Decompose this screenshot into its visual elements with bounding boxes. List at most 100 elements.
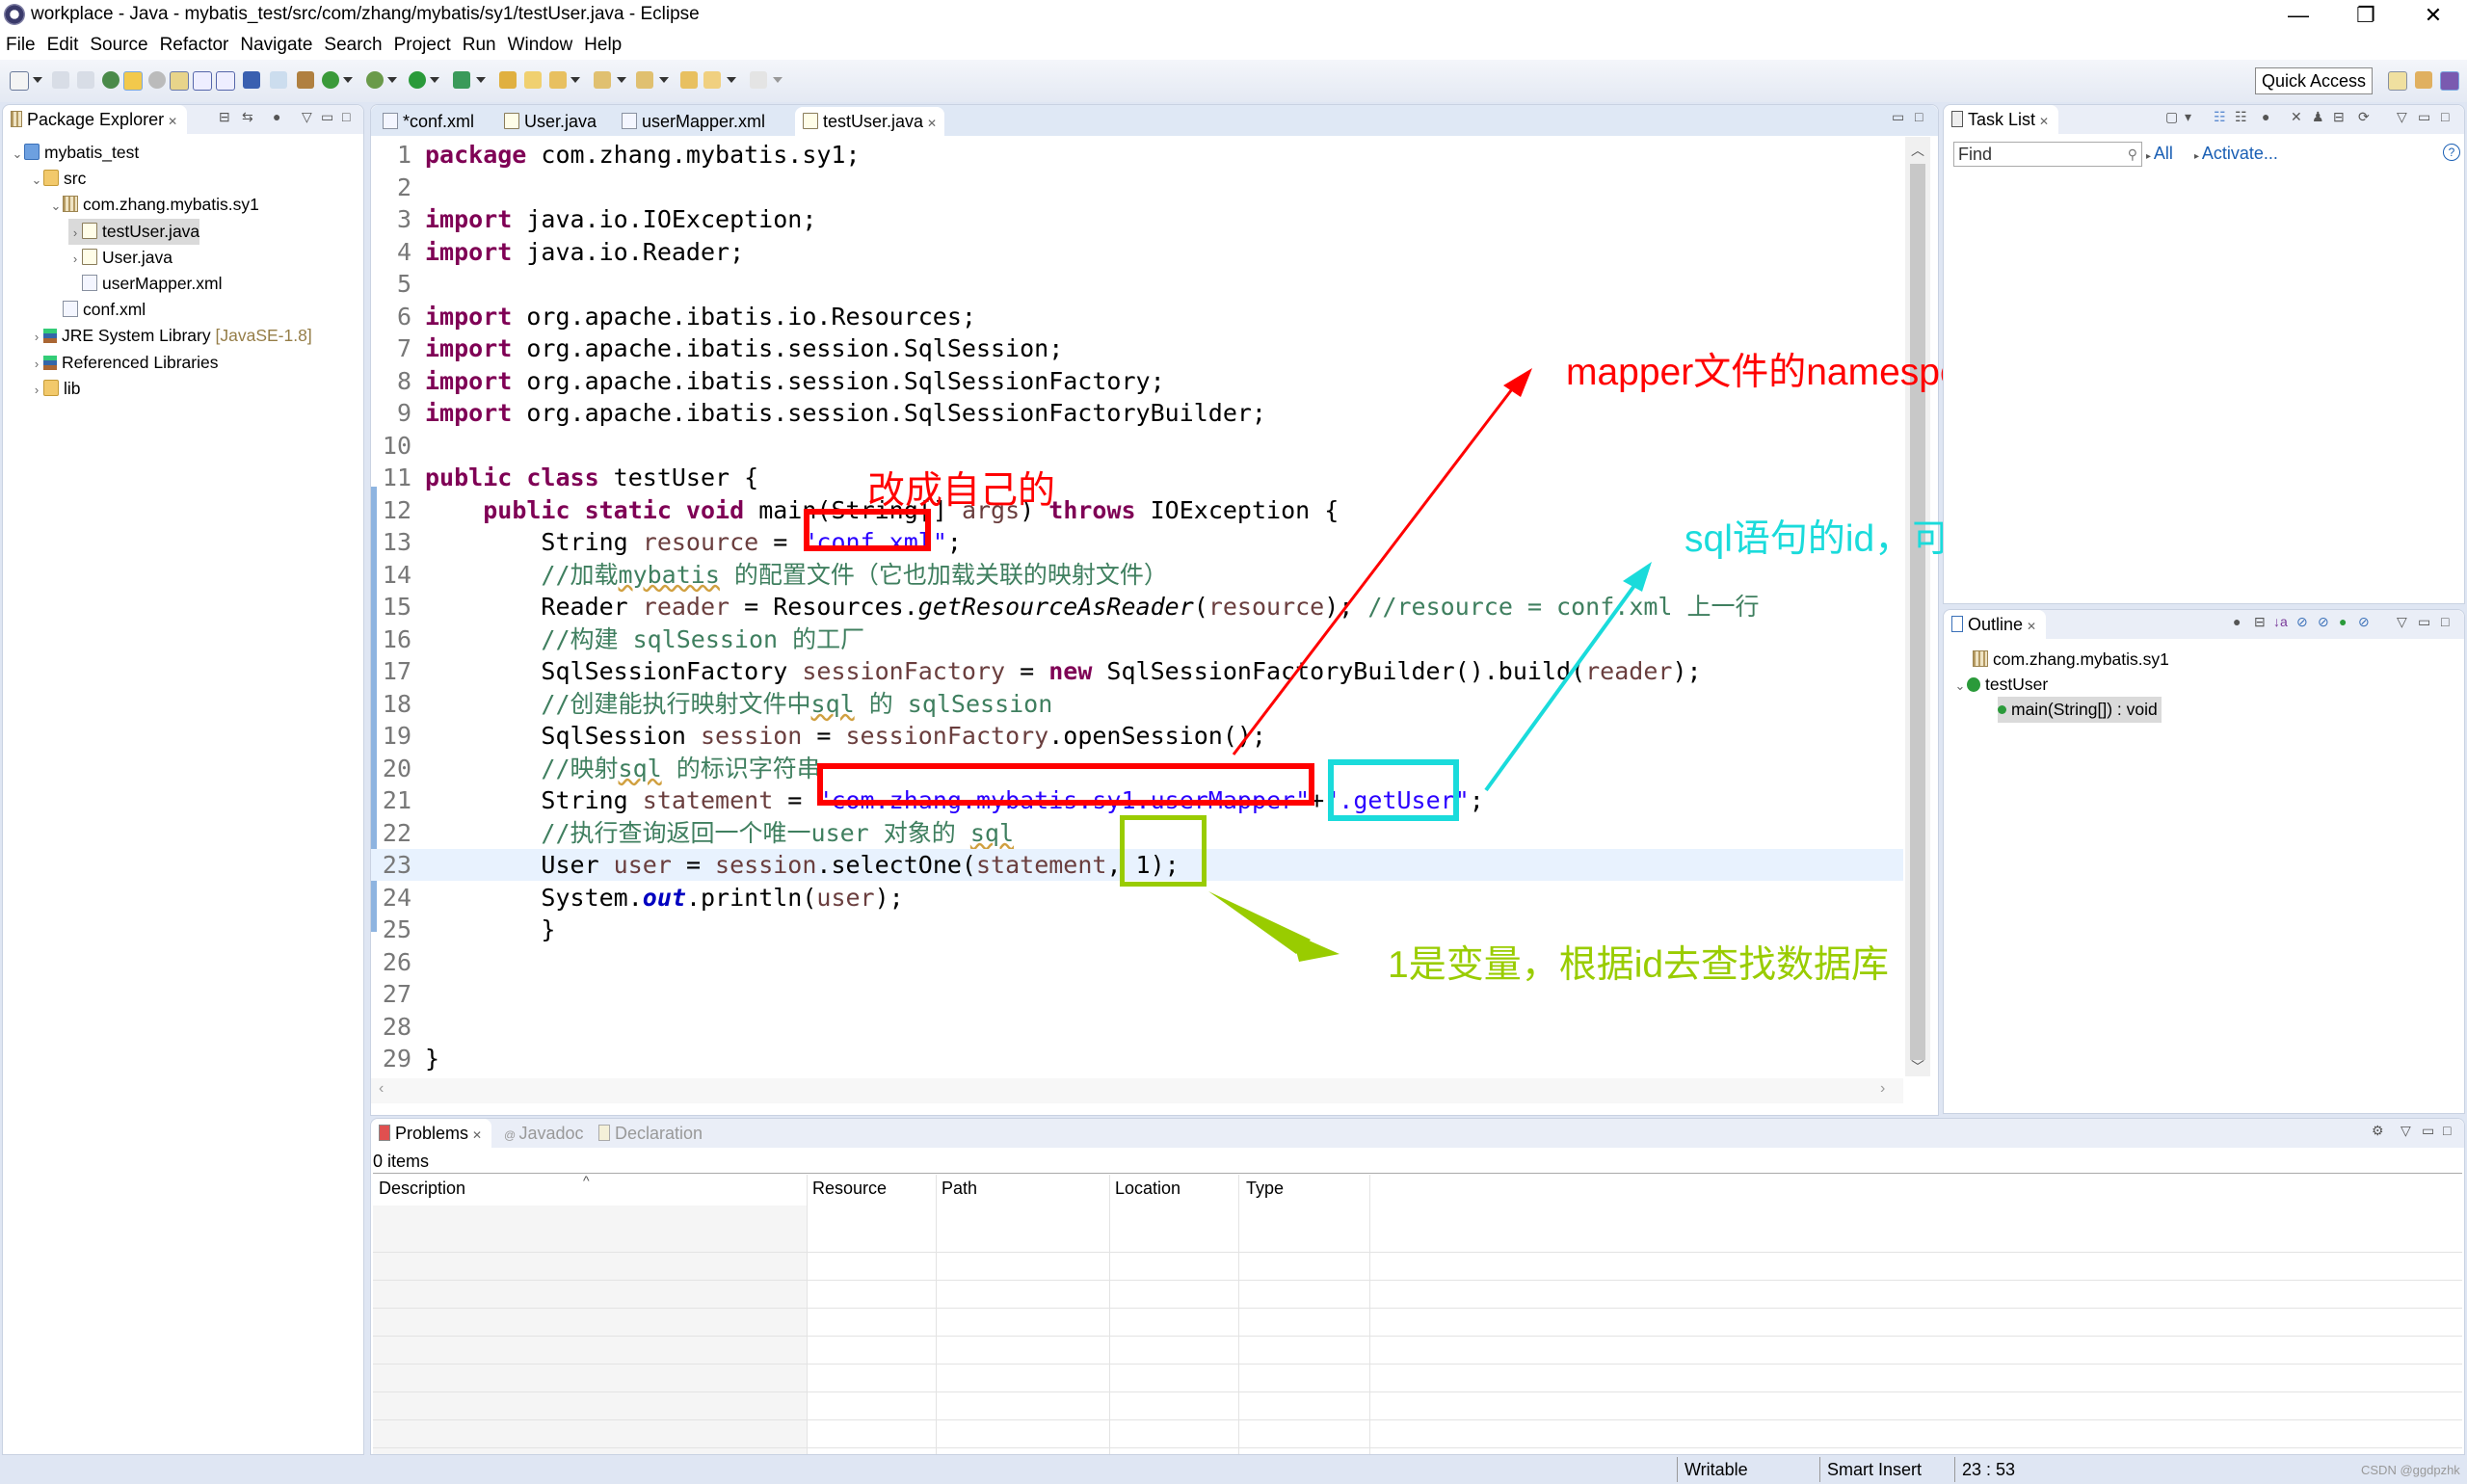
- tab-usermapper-xml[interactable]: userMapper.xml: [614, 107, 773, 136]
- scroll-down-icon[interactable]: ﹀: [1911, 1057, 1924, 1076]
- back-dropdown-arrow[interactable]: [727, 77, 736, 83]
- show-my-tasks-icon[interactable]: ♟: [2312, 109, 2324, 125]
- expand-icon[interactable]: ›: [30, 377, 43, 403]
- expand-icon[interactable]: ›: [68, 246, 82, 272]
- code-line[interactable]: 19 SqlSession session = sessionFactory.o…: [371, 720, 1903, 752]
- save-all-icon[interactable]: [77, 71, 94, 89]
- code-line[interactable]: 21 String statement = "com.zhang.mybatis…: [371, 784, 1903, 816]
- code-line[interactable]: 25 }: [371, 914, 1903, 945]
- hide-completed-icon[interactable]: ✕: [2291, 109, 2302, 125]
- close-icon[interactable]: ✕: [927, 117, 937, 130]
- hide-non-public-icon[interactable]: ●: [2339, 614, 2347, 629]
- help-icon[interactable]: ?: [2443, 144, 2460, 161]
- collapse-icon[interactable]: ⌄: [49, 193, 63, 219]
- external-tools-dropdown-arrow[interactable]: [476, 77, 486, 83]
- close-icon[interactable]: ✕: [472, 1128, 482, 1142]
- view-menu-icon[interactable]: ▽: [2397, 109, 2407, 125]
- menu-window[interactable]: Window: [502, 31, 579, 56]
- next-annotation-dropdown-arrow[interactable]: [617, 77, 626, 83]
- close-icon[interactable]: ✕: [2027, 620, 2036, 633]
- debug-icon[interactable]: [366, 71, 384, 89]
- tree-item[interactable]: userMapper.xml: [68, 271, 223, 297]
- open-console-icon[interactable]: [243, 71, 260, 89]
- skip-breakpoints-icon[interactable]: [270, 71, 287, 89]
- tree-item[interactable]: › User.java: [68, 245, 172, 271]
- hide-local-types-icon[interactable]: ⊘: [2358, 614, 2370, 630]
- tab-javadoc[interactable]: @ Javadoc: [496, 1119, 594, 1148]
- last-edit-icon[interactable]: [680, 71, 698, 89]
- new-dropdown-arrow[interactable]: [33, 77, 42, 83]
- maximize-icon[interactable]: □: [2441, 614, 2449, 629]
- column-divider[interactable]: [1109, 1175, 1110, 1454]
- horizontal-scrollbar[interactable]: ‹ ›: [371, 1078, 1903, 1103]
- categorized-icon[interactable]: ☷: [2214, 109, 2226, 125]
- back-icon[interactable]: [703, 71, 721, 89]
- menu-project[interactable]: Project: [388, 31, 457, 56]
- focus-on-active-task-icon[interactable]: ●: [273, 109, 280, 124]
- menu-edit[interactable]: Edit: [41, 31, 85, 56]
- tree-item[interactable]: ⌄ mybatis_test: [11, 140, 140, 167]
- column-resource[interactable]: Resource: [812, 1179, 887, 1199]
- minimize-icon[interactable]: ▭: [321, 109, 333, 125]
- show-word-wrap-icon[interactable]: [216, 71, 235, 91]
- view-menu-icon[interactable]: ▽: [2401, 1123, 2411, 1139]
- forward-dropdown-arrow[interactable]: [773, 77, 783, 83]
- tab-user-java[interactable]: User.java: [496, 107, 604, 136]
- code-line[interactable]: 29}: [371, 1043, 1903, 1074]
- toggle-mark-occurrences-icon[interactable]: [123, 71, 143, 91]
- new-java-package-icon[interactable]: [297, 71, 314, 89]
- code-line[interactable]: 20 //映射sql 的标识字符串: [371, 753, 1903, 784]
- forward-icon[interactable]: [750, 71, 767, 89]
- open-perspective-icon[interactable]: [2388, 71, 2407, 91]
- minimize-button[interactable]: —: [2265, 0, 2332, 31]
- save-icon[interactable]: [52, 71, 69, 89]
- tab-outline[interactable]: Outline ✕: [1944, 610, 2047, 639]
- filter-icon[interactable]: ⚙: [2372, 1123, 2384, 1139]
- column-description[interactable]: Description: [379, 1179, 465, 1199]
- activate-link-label[interactable]: Activate...: [2202, 144, 2278, 163]
- tree-item[interactable]: › lib: [30, 376, 81, 402]
- column-divider[interactable]: [807, 1175, 808, 1454]
- expand-icon[interactable]: ›: [30, 351, 43, 377]
- maximize-icon[interactable]: □: [342, 109, 350, 124]
- tab-declaration[interactable]: Declaration: [591, 1119, 712, 1148]
- expand-icon[interactable]: ⌄: [1953, 673, 1967, 699]
- close-icon[interactable]: ✕: [2039, 115, 2049, 128]
- code-line[interactable]: 27: [371, 978, 1903, 1010]
- code-line[interactable]: 24 System.out.println(user);: [371, 882, 1903, 914]
- view-menu-icon[interactable]: ▽: [2397, 614, 2407, 630]
- tab-problems[interactable]: Problems ✕: [371, 1119, 492, 1148]
- expand-icon[interactable]: ›: [30, 324, 43, 350]
- vertical-scrollbar[interactable]: ︿ ﹀: [1905, 137, 1930, 1076]
- open-type-icon[interactable]: [102, 71, 119, 89]
- code-line[interactable]: 16 //构建 sqlSession 的工厂: [371, 623, 1903, 655]
- search-dropdown-arrow[interactable]: [570, 77, 580, 83]
- hide-fields-icon[interactable]: ⊘: [2296, 614, 2308, 630]
- code-line[interactable]: 26: [371, 946, 1903, 978]
- code-line[interactable]: 30: [371, 1075, 1903, 1077]
- column-type[interactable]: Type: [1246, 1179, 1284, 1199]
- scrollbar-thumb[interactable]: [1910, 164, 1925, 1060]
- maximize-icon[interactable]: □: [2443, 1123, 2451, 1138]
- tree-item[interactable]: ⌄ src: [30, 166, 87, 192]
- scroll-left-icon[interactable]: ‹: [379, 1080, 384, 1098]
- menu-search[interactable]: Search: [318, 31, 387, 56]
- close-icon[interactable]: ✕: [168, 115, 177, 128]
- column-location[interactable]: Location: [1115, 1179, 1180, 1199]
- hide-static-icon[interactable]: ⊘: [2318, 614, 2329, 630]
- collapse-icon[interactable]: ⌄: [11, 141, 24, 167]
- code-line[interactable]: 17 SqlSessionFactory sessionFactory = ne…: [371, 655, 1903, 687]
- code-line[interactable]: 11 public class testUser {: [371, 462, 1903, 493]
- run-icon[interactable]: [409, 71, 426, 89]
- all-link-label[interactable]: All: [2154, 144, 2173, 163]
- code-line[interactable]: 6 import org.apache.ibatis.io.Resources;: [371, 301, 1903, 332]
- code-line[interactable]: 15 Reader reader = Resources.getResource…: [371, 591, 1903, 623]
- minimize-icon[interactable]: ▭: [2418, 614, 2430, 630]
- column-path[interactable]: Path: [942, 1179, 977, 1199]
- focus-icon[interactable]: ●: [2233, 614, 2241, 629]
- tab-package-explorer[interactable]: Package Explorer ✕: [3, 105, 188, 134]
- show-whitespace-icon[interactable]: [193, 71, 212, 91]
- next-annotation-icon[interactable]: [594, 71, 611, 89]
- restore-button[interactable]: ❐: [2332, 0, 2400, 31]
- task-find-input[interactable]: Find ⚲: [1953, 142, 2142, 167]
